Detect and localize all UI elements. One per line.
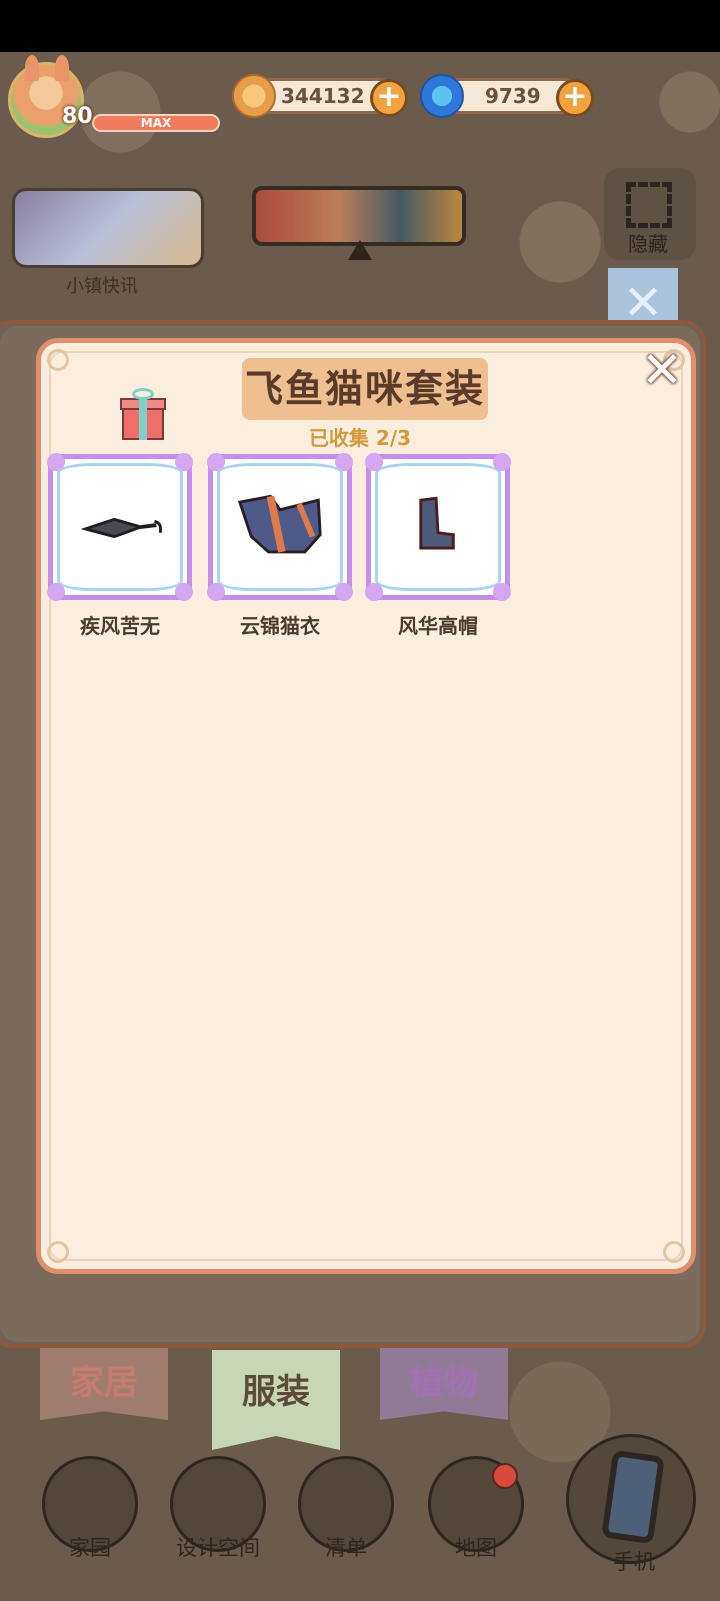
close-button[interactable]: ✕: [640, 345, 684, 395]
status-bar: [0, 0, 720, 52]
tab-clothes[interactable]: 服装: [212, 1350, 340, 1450]
gift-ribbon: [139, 398, 147, 440]
phone-button[interactable]: [566, 1434, 696, 1564]
item-name: 云锦猫衣: [240, 614, 320, 638]
xp-label: MAX: [140, 116, 172, 130]
item-frame: [207, 453, 353, 601]
set-item[interactable]: 疾风苦无: [47, 453, 196, 639]
gift-icon[interactable]: [120, 388, 166, 440]
nav-label-list: 清单: [325, 1536, 367, 1560]
gem-amount: 9739: [485, 84, 541, 108]
coin-amount: 344132: [281, 84, 365, 108]
nav-label-design: 设计空间: [176, 1536, 260, 1560]
item-frame: [47, 453, 193, 601]
tab-plants[interactable]: 植物: [380, 1348, 508, 1420]
set-title: 飞鱼猫咪套装: [242, 358, 488, 420]
item-name: 风华高帽: [398, 614, 478, 638]
kunai-icon: [80, 517, 162, 539]
town-news-card[interactable]: [12, 188, 204, 268]
collection-progress: 已收集 2/3: [308, 426, 412, 450]
tab-home[interactable]: 家居: [40, 1348, 168, 1420]
item-name: 疾风苦无: [80, 614, 160, 638]
gift-bow: [132, 388, 154, 400]
fullscreen-icon: [626, 182, 672, 228]
cat-robe-icon: [237, 494, 322, 554]
set-item[interactable]: 云锦猫衣: [207, 453, 356, 639]
blue-swirl-icon: [420, 74, 464, 118]
coin-icon: [232, 74, 276, 118]
hide-label: 隐藏: [628, 232, 668, 256]
banner-arrow-icon: [348, 240, 372, 260]
nav-label-map: 地图: [455, 1536, 497, 1560]
avatar-ear-right: [55, 55, 69, 81]
add-gems-button[interactable]: +: [556, 79, 594, 117]
avatar-ear-left: [25, 55, 39, 81]
phone-icon: [601, 1449, 665, 1545]
item-frame: [365, 453, 511, 601]
nav-label-home: 家园: [69, 1536, 111, 1560]
notification-dot: [492, 1463, 518, 1489]
town-news-label: 小镇快讯: [66, 276, 138, 297]
set-item[interactable]: 风华高帽: [365, 453, 514, 639]
corner-ornament: [47, 1241, 69, 1263]
corner-ornament: [47, 349, 69, 371]
corner-ornament: [663, 1241, 685, 1263]
level-badge: 80: [62, 104, 93, 129]
event-banner[interactable]: [252, 186, 466, 246]
nav-label-phone: 手机: [613, 1550, 655, 1574]
add-coins-button[interactable]: +: [370, 79, 408, 117]
xp-bar: MAX: [92, 114, 220, 132]
tall-hat-icon: [419, 496, 455, 550]
